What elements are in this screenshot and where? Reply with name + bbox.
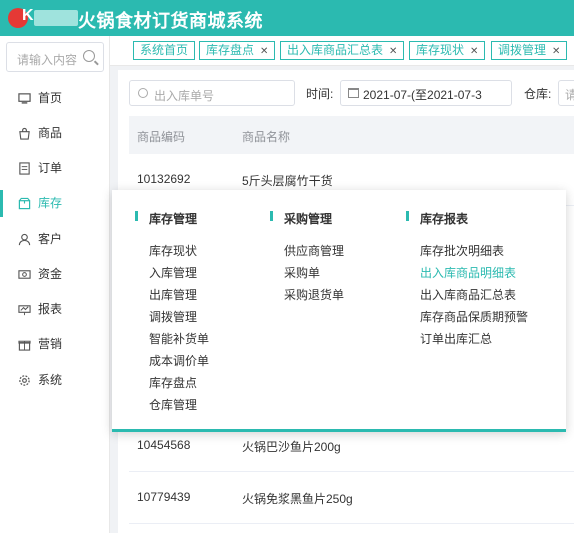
sidebar-item-label: 库存 [38, 196, 63, 210]
sidebar-item-orders[interactable]: 订单 [0, 151, 110, 186]
sidebar-item-label: 资金 [38, 267, 63, 281]
inventory-flyout-menu: 库存管理 库存现状 入库管理 出库管理 调拨管理 智能补货单 成本调价单 库存盘… [112, 190, 566, 432]
menu-link-batch-detail[interactable]: 库存批次明细表 [420, 242, 504, 259]
menu-link-stock-status[interactable]: 库存现状 [149, 242, 197, 259]
monitor-icon [18, 93, 31, 104]
menu-link-stocktake[interactable]: 库存盘点 [149, 374, 197, 391]
tab-home[interactable]: 系统首页 [133, 41, 196, 60]
tab-stock-status[interactable]: 库存现状 ✕ [409, 41, 486, 60]
cell-name: 火锅巴沙鱼片200g [242, 440, 341, 454]
column-header-code: 商品编码 [137, 130, 186, 144]
sidebar-item-customers[interactable]: 客户 [0, 222, 110, 257]
menu-column-title-purchase: 采购管理 [269, 211, 333, 226]
table-row[interactable]: 10779439 火锅免浆黑鱼片250g [129, 472, 574, 524]
brand-logo-letter: K [22, 7, 34, 24]
menu-link-supplier[interactable]: 供应商管理 [284, 242, 344, 259]
cell-code: 10454568 [137, 438, 191, 452]
tabs-bar: 系统首页 库存盘点 ✕ 出入库商品汇总表 ✕ 库存现状 ✕ 调拨管理 ✕ [110, 36, 574, 66]
sidebar-item-label: 商品 [38, 126, 63, 140]
tab-label: 系统首页 [140, 43, 189, 57]
sidebar-item-products[interactable]: 商品 [0, 116, 110, 151]
tab-label: 出入库商品汇总表 [287, 43, 384, 57]
close-icon[interactable]: ✕ [552, 43, 560, 60]
menu-link-expiry-warning[interactable]: 库存商品保质期预警 [420, 308, 528, 325]
gear-icon [19, 375, 30, 386]
sidebar-item-label: 系统 [38, 373, 63, 387]
cell-code: 10132692 [137, 172, 191, 186]
warehouse-label: 仓库: [524, 87, 552, 101]
close-icon[interactable]: ✕ [260, 43, 268, 60]
menu-column-title-inventory: 库存管理 [134, 211, 198, 226]
gift-icon [18, 340, 31, 351]
tab-label: 库存盘点 [206, 43, 255, 57]
time-label: 时间: [306, 87, 334, 101]
sidebar-item-home[interactable]: 首页 [0, 81, 110, 116]
sidebar-item-label: 客户 [38, 232, 63, 246]
chart-icon [18, 305, 31, 316]
sidebar-item-inventory[interactable]: 库存 [0, 186, 110, 221]
tab-transfer[interactable]: 调拨管理 ✕ [491, 41, 568, 60]
date-range-picker[interactable]: 2021-07-(至2021-07-3 [340, 80, 512, 106]
money-icon [18, 270, 31, 279]
order-number-placeholder: 出入库单号 [154, 89, 215, 103]
menu-link-inbound[interactable]: 入库管理 [149, 264, 197, 281]
document-icon [19, 162, 30, 175]
tab-label: 库存现状 [416, 43, 465, 57]
menu-link-order-outbound-summary[interactable]: 订单出库汇总 [420, 330, 492, 347]
table-header: 商品编码 商品名称 [129, 116, 574, 154]
menu-link-smart-replenish[interactable]: 智能补货单 [149, 330, 209, 347]
tab-label: 调拨管理 [498, 43, 547, 57]
menu-link-transfer[interactable]: 调拨管理 [149, 308, 197, 325]
menu-link-io-summary[interactable]: 出入库商品汇总表 [420, 286, 516, 303]
warehouse-select[interactable]: 请 [558, 80, 574, 106]
sidebar-search-input[interactable]: 请输入内容 [6, 42, 104, 72]
sidebar-item-label: 报表 [38, 302, 63, 316]
sidebar-item-system[interactable]: 系统 [0, 363, 110, 398]
bag-icon [19, 127, 30, 140]
menu-link-purchase-order[interactable]: 采购单 [284, 264, 320, 281]
menu-link-warehouse[interactable]: 仓库管理 [149, 396, 197, 413]
sidebar-item-marketing[interactable]: 营销 [0, 327, 110, 362]
sidebar: 请输入内容 首页 商品 订单 库存 客户 资金 报表 营销 系统 [0, 36, 110, 533]
warehouse-placeholder: 请 [565, 88, 574, 102]
cell-name: 火锅免浆黑鱼片250g [242, 492, 353, 506]
box-icon [18, 197, 31, 210]
brand-logo-blur [34, 10, 78, 26]
calendar-icon [348, 88, 359, 98]
tab-io-summary[interactable]: 出入库商品汇总表 ✕ [280, 41, 405, 60]
app-title: 火锅食材订货商城系统 [78, 11, 263, 31]
sidebar-item-reports[interactable]: 报表 [0, 292, 110, 327]
sidebar-item-label: 营销 [38, 337, 63, 351]
menu-link-cost-adjust[interactable]: 成本调价单 [149, 352, 209, 369]
menu-column-title-reports: 库存报表 [405, 211, 469, 226]
column-header-name: 商品名称 [242, 130, 291, 144]
top-bar: K 火锅食材订货商城系统 [0, 0, 574, 36]
close-icon[interactable]: ✕ [389, 43, 397, 60]
date-range-value: 2021-07-(至2021-07-3 [363, 88, 482, 102]
sidebar-item-funds[interactable]: 资金 [0, 257, 110, 292]
menu-link-purchase-return[interactable]: 采购退货单 [284, 286, 344, 303]
cell-code: 10779439 [137, 490, 191, 504]
tab-stocktake[interactable]: 库存盘点 ✕ [199, 41, 276, 60]
search-placeholder: 请输入内容 [17, 53, 78, 67]
menu-link-io-detail[interactable]: 出入库商品明细表 [420, 264, 516, 281]
cell-name: 5斤头层腐竹干货 [242, 174, 333, 188]
user-icon [18, 233, 31, 246]
close-icon[interactable]: ✕ [470, 43, 478, 60]
search-icon [138, 88, 148, 98]
menu-link-outbound[interactable]: 出库管理 [149, 286, 197, 303]
order-number-input[interactable]: 出入库单号 [129, 80, 295, 106]
search-icon[interactable] [83, 50, 95, 62]
sidebar-item-label: 订单 [38, 161, 63, 175]
sidebar-item-label: 首页 [38, 91, 63, 105]
